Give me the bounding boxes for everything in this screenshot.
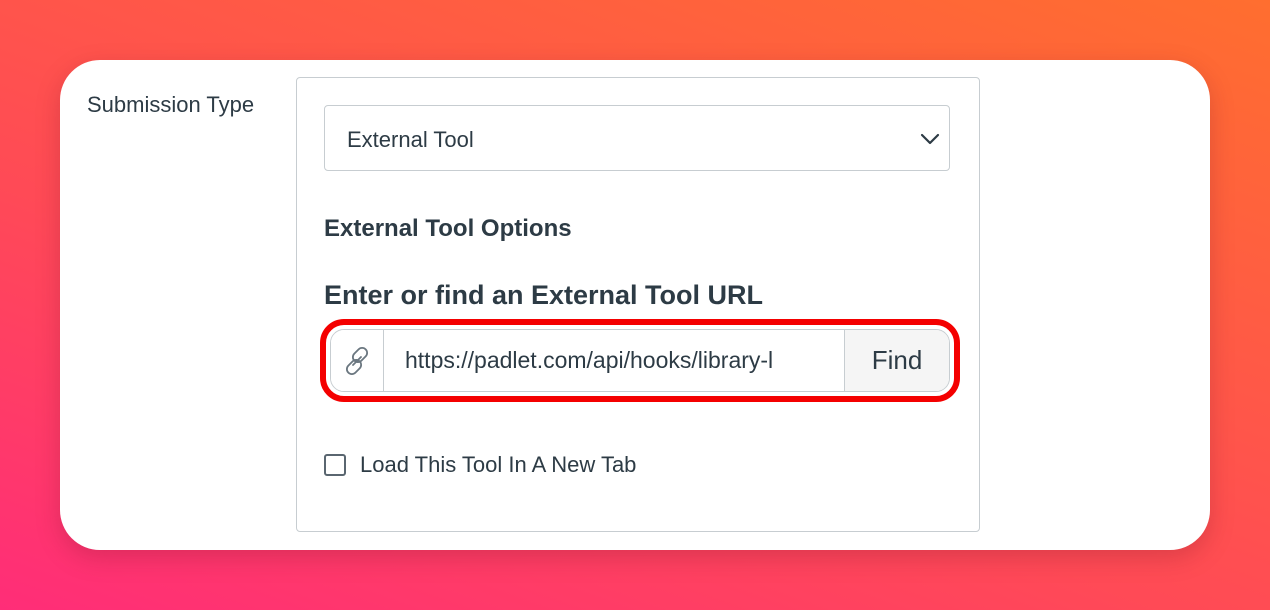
link-icon (345, 346, 369, 376)
external-tool-url-label: Enter or find an External Tool URL (324, 280, 764, 310)
submission-type-value: External Tool (347, 127, 474, 152)
link-addon (331, 330, 384, 391)
external-tool-options-heading: External Tool Options (324, 215, 572, 242)
submission-type-select[interactable]: External Tool (324, 105, 950, 171)
submission-type-label: Submission Type (87, 92, 255, 117)
external-tool-url-group: Find (330, 329, 950, 392)
settings-card: Submission Type External Tool External T… (60, 60, 1210, 550)
new-tab-label: Load This Tool In A New Tab (360, 452, 637, 477)
submission-type-panel: External Tool External Tool Options Ente… (296, 77, 980, 532)
new-tab-checkbox[interactable] (324, 454, 346, 476)
chevron-down-icon (920, 133, 940, 145)
external-tool-url-input[interactable] (384, 330, 845, 391)
find-button[interactable]: Find (844, 330, 949, 391)
